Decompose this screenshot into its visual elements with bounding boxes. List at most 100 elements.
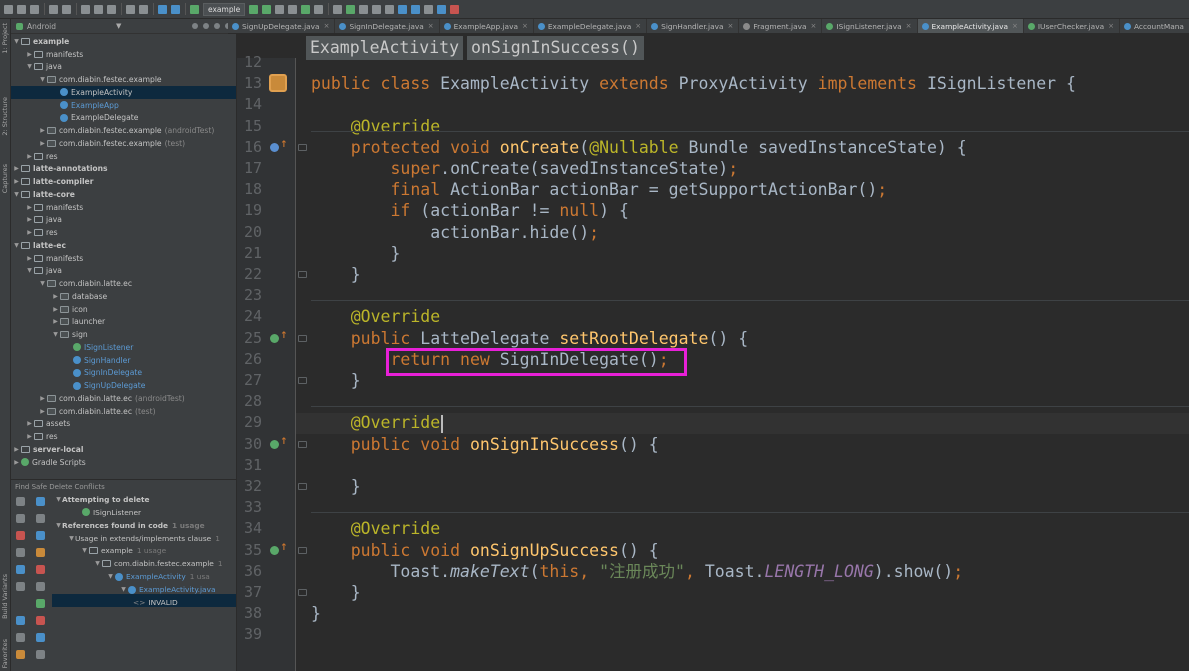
next-occurrence-icon[interactable]	[16, 633, 25, 642]
find-result-row[interactable]: ISignListener	[81, 506, 141, 519]
rerun-icon[interactable]	[16, 497, 25, 506]
collapse-arrow-icon[interactable]: ▶	[26, 229, 33, 236]
collapse-arrow-icon[interactable]: ▶	[52, 293, 59, 300]
collapse-arrow-icon[interactable]: ▶	[26, 420, 33, 427]
help-icon[interactable]	[16, 565, 25, 574]
collapse-arrow-icon[interactable]: ▶	[52, 318, 59, 325]
previous-occurrence-icon[interactable]	[16, 616, 25, 625]
run-config-select[interactable]: example	[203, 2, 246, 16]
tree-item[interactable]: ▼ java	[11, 265, 236, 278]
close-icon[interactable]: ×	[522, 22, 528, 30]
fold-handle-icon[interactable]	[298, 377, 307, 384]
find-result-row[interactable]: ▼ example 1 usage	[81, 545, 166, 558]
tree-item[interactable]: ▼ latte-core	[11, 188, 236, 201]
fold-handle-icon[interactable]	[298, 334, 307, 342]
code-line[interactable]: if (actionBar != null) {	[311, 200, 628, 221]
code-line[interactable]: public void onSignUpSuccess() {	[311, 540, 659, 561]
find-result-row[interactable]: ▼ Usage in extends/implements clause 1	[68, 532, 220, 545]
tree-item[interactable]: ▶ database	[11, 290, 236, 303]
collapse-all-icon[interactable]	[203, 23, 209, 29]
gradle-sync-icon[interactable]	[346, 4, 356, 14]
collapse-arrow-icon[interactable]: ▶	[13, 178, 20, 185]
build-variants-tool-tab[interactable]: Build Variants	[1, 574, 10, 619]
autoscroll-icon[interactable]	[36, 582, 45, 591]
back-icon[interactable]	[158, 4, 167, 14]
implements-method-icon[interactable]	[270, 545, 279, 555]
collapse-arrow-icon[interactable]: ▶	[13, 446, 20, 453]
tree-item[interactable]: ▶ icon	[11, 303, 236, 316]
expand-arrow-icon[interactable]: ▼	[26, 63, 33, 70]
sort-icon[interactable]	[16, 582, 25, 591]
editor-tab[interactable]: ExampleApp.java ×	[440, 19, 534, 33]
collapse-arrow-icon[interactable]: ▶	[26, 433, 33, 440]
options-icon[interactable]	[36, 650, 45, 659]
tree-item[interactable]: ▶ res	[11, 150, 236, 163]
undo-icon[interactable]	[49, 4, 58, 14]
expand-arrow-icon[interactable]: ▼	[52, 331, 59, 338]
tree-item[interactable]: ExampleApp	[11, 99, 236, 112]
expand-arrow-icon[interactable]: ▼	[26, 267, 33, 274]
favorites-tool-tab[interactable]: Favorites	[1, 639, 10, 668]
code-line[interactable]: actionBar.hide();	[311, 222, 599, 243]
run-icon[interactable]	[249, 4, 259, 14]
implements-method-icon[interactable]	[270, 439, 279, 449]
code-line[interactable]: @Override	[311, 306, 440, 327]
replace-icon[interactable]	[139, 4, 148, 14]
expand-arrow-icon[interactable]: ▼	[55, 496, 62, 503]
close-icon[interactable]: ×	[728, 22, 734, 30]
android-monitor-icon[interactable]	[450, 4, 460, 14]
collapse-arrow-icon[interactable]: ▶	[26, 153, 33, 160]
editor-tab[interactable]: Fragment.java ×	[739, 19, 823, 33]
editor-tab[interactable]: ExampleActivity.java ×	[917, 19, 1024, 33]
coverage-icon[interactable]	[288, 4, 298, 14]
device-monitor-icon[interactable]	[385, 4, 395, 14]
expand-arrow-icon[interactable]: ▼	[120, 586, 127, 593]
save-icon[interactable]	[17, 4, 26, 14]
tree-item[interactable]: ▶ res	[11, 430, 236, 443]
tree-item[interactable]: ▶ com.diabin.festec.example (androidTest)	[11, 124, 236, 137]
implements-method-icon[interactable]	[270, 333, 279, 343]
code-line[interactable]: }	[311, 603, 321, 624]
tree-item[interactable]: ▶ manifests	[11, 252, 236, 265]
tree-item[interactable]: ExampleActivity	[11, 86, 236, 99]
find-result-row[interactable]: <> INVALID	[133, 596, 178, 609]
profile-icon[interactable]	[301, 4, 311, 14]
find-result-row[interactable]: ▼ com.diabin.festec.example 1	[94, 558, 222, 571]
expand-arrow-icon[interactable]: ▼	[107, 573, 114, 580]
tree-item[interactable]: ▼ java	[11, 61, 236, 74]
editor-tab[interactable]: SignInDelegate.java ×	[335, 19, 440, 33]
expand-arrow-icon[interactable]: ▼	[68, 535, 75, 542]
collapse-arrow-icon[interactable]: ▶	[39, 395, 46, 402]
collapse-arrow-icon[interactable]: ▶	[52, 306, 59, 313]
breadcrumb-class[interactable]: ExampleActivity	[306, 36, 464, 60]
code-line[interactable]: public class ExampleActivity extends Pro…	[311, 73, 1076, 94]
tree-item[interactable]: ▶ launcher	[11, 316, 236, 329]
code-line[interactable]: }	[311, 582, 361, 603]
project-tool-tab[interactable]: 1: Project	[1, 23, 10, 54]
tree-item[interactable]: ▶ res	[11, 226, 236, 239]
close-icon[interactable]: ×	[428, 22, 434, 30]
code-line[interactable]: Toast.makeText(this, "注册成功", Toast.LENGT…	[311, 561, 963, 582]
tree-item[interactable]: SignInDelegate	[11, 367, 236, 380]
find-result-row[interactable]: ▼ References found in code 1 usage	[55, 519, 205, 532]
find-result-row[interactable]: ▼ Attempting to delete	[55, 493, 149, 506]
close-icon[interactable]: ×	[811, 22, 817, 30]
close-icon[interactable]: ×	[324, 22, 330, 30]
project-structure-icon[interactable]	[333, 4, 343, 14]
collapse-arrow-icon[interactable]: ▶	[26, 204, 33, 211]
fold-handle-icon[interactable]	[298, 589, 307, 596]
tree-item[interactable]: SignHandler	[11, 354, 236, 367]
override-method-icon[interactable]	[270, 142, 279, 152]
attach-debugger-icon[interactable]	[275, 4, 285, 14]
tree-item[interactable]: ▼ example	[11, 35, 236, 48]
find-icon[interactable]	[126, 4, 135, 14]
find-result-row[interactable]: ▼ ExampleActivity.java	[120, 583, 215, 596]
scroll-from-source-icon[interactable]	[192, 23, 198, 29]
layout-inspector-icon[interactable]	[398, 4, 408, 14]
code-line[interactable]: }	[311, 264, 361, 285]
settings-gear-icon[interactable]	[214, 23, 220, 29]
help-icon[interactable]	[437, 4, 447, 14]
find-result-row[interactable]: ▼ ExampleActivity 1 usa	[107, 570, 210, 583]
collapse-arrow-icon[interactable]: ▶	[13, 459, 20, 466]
code-line[interactable]: public void onSignInSuccess() {	[311, 434, 659, 455]
